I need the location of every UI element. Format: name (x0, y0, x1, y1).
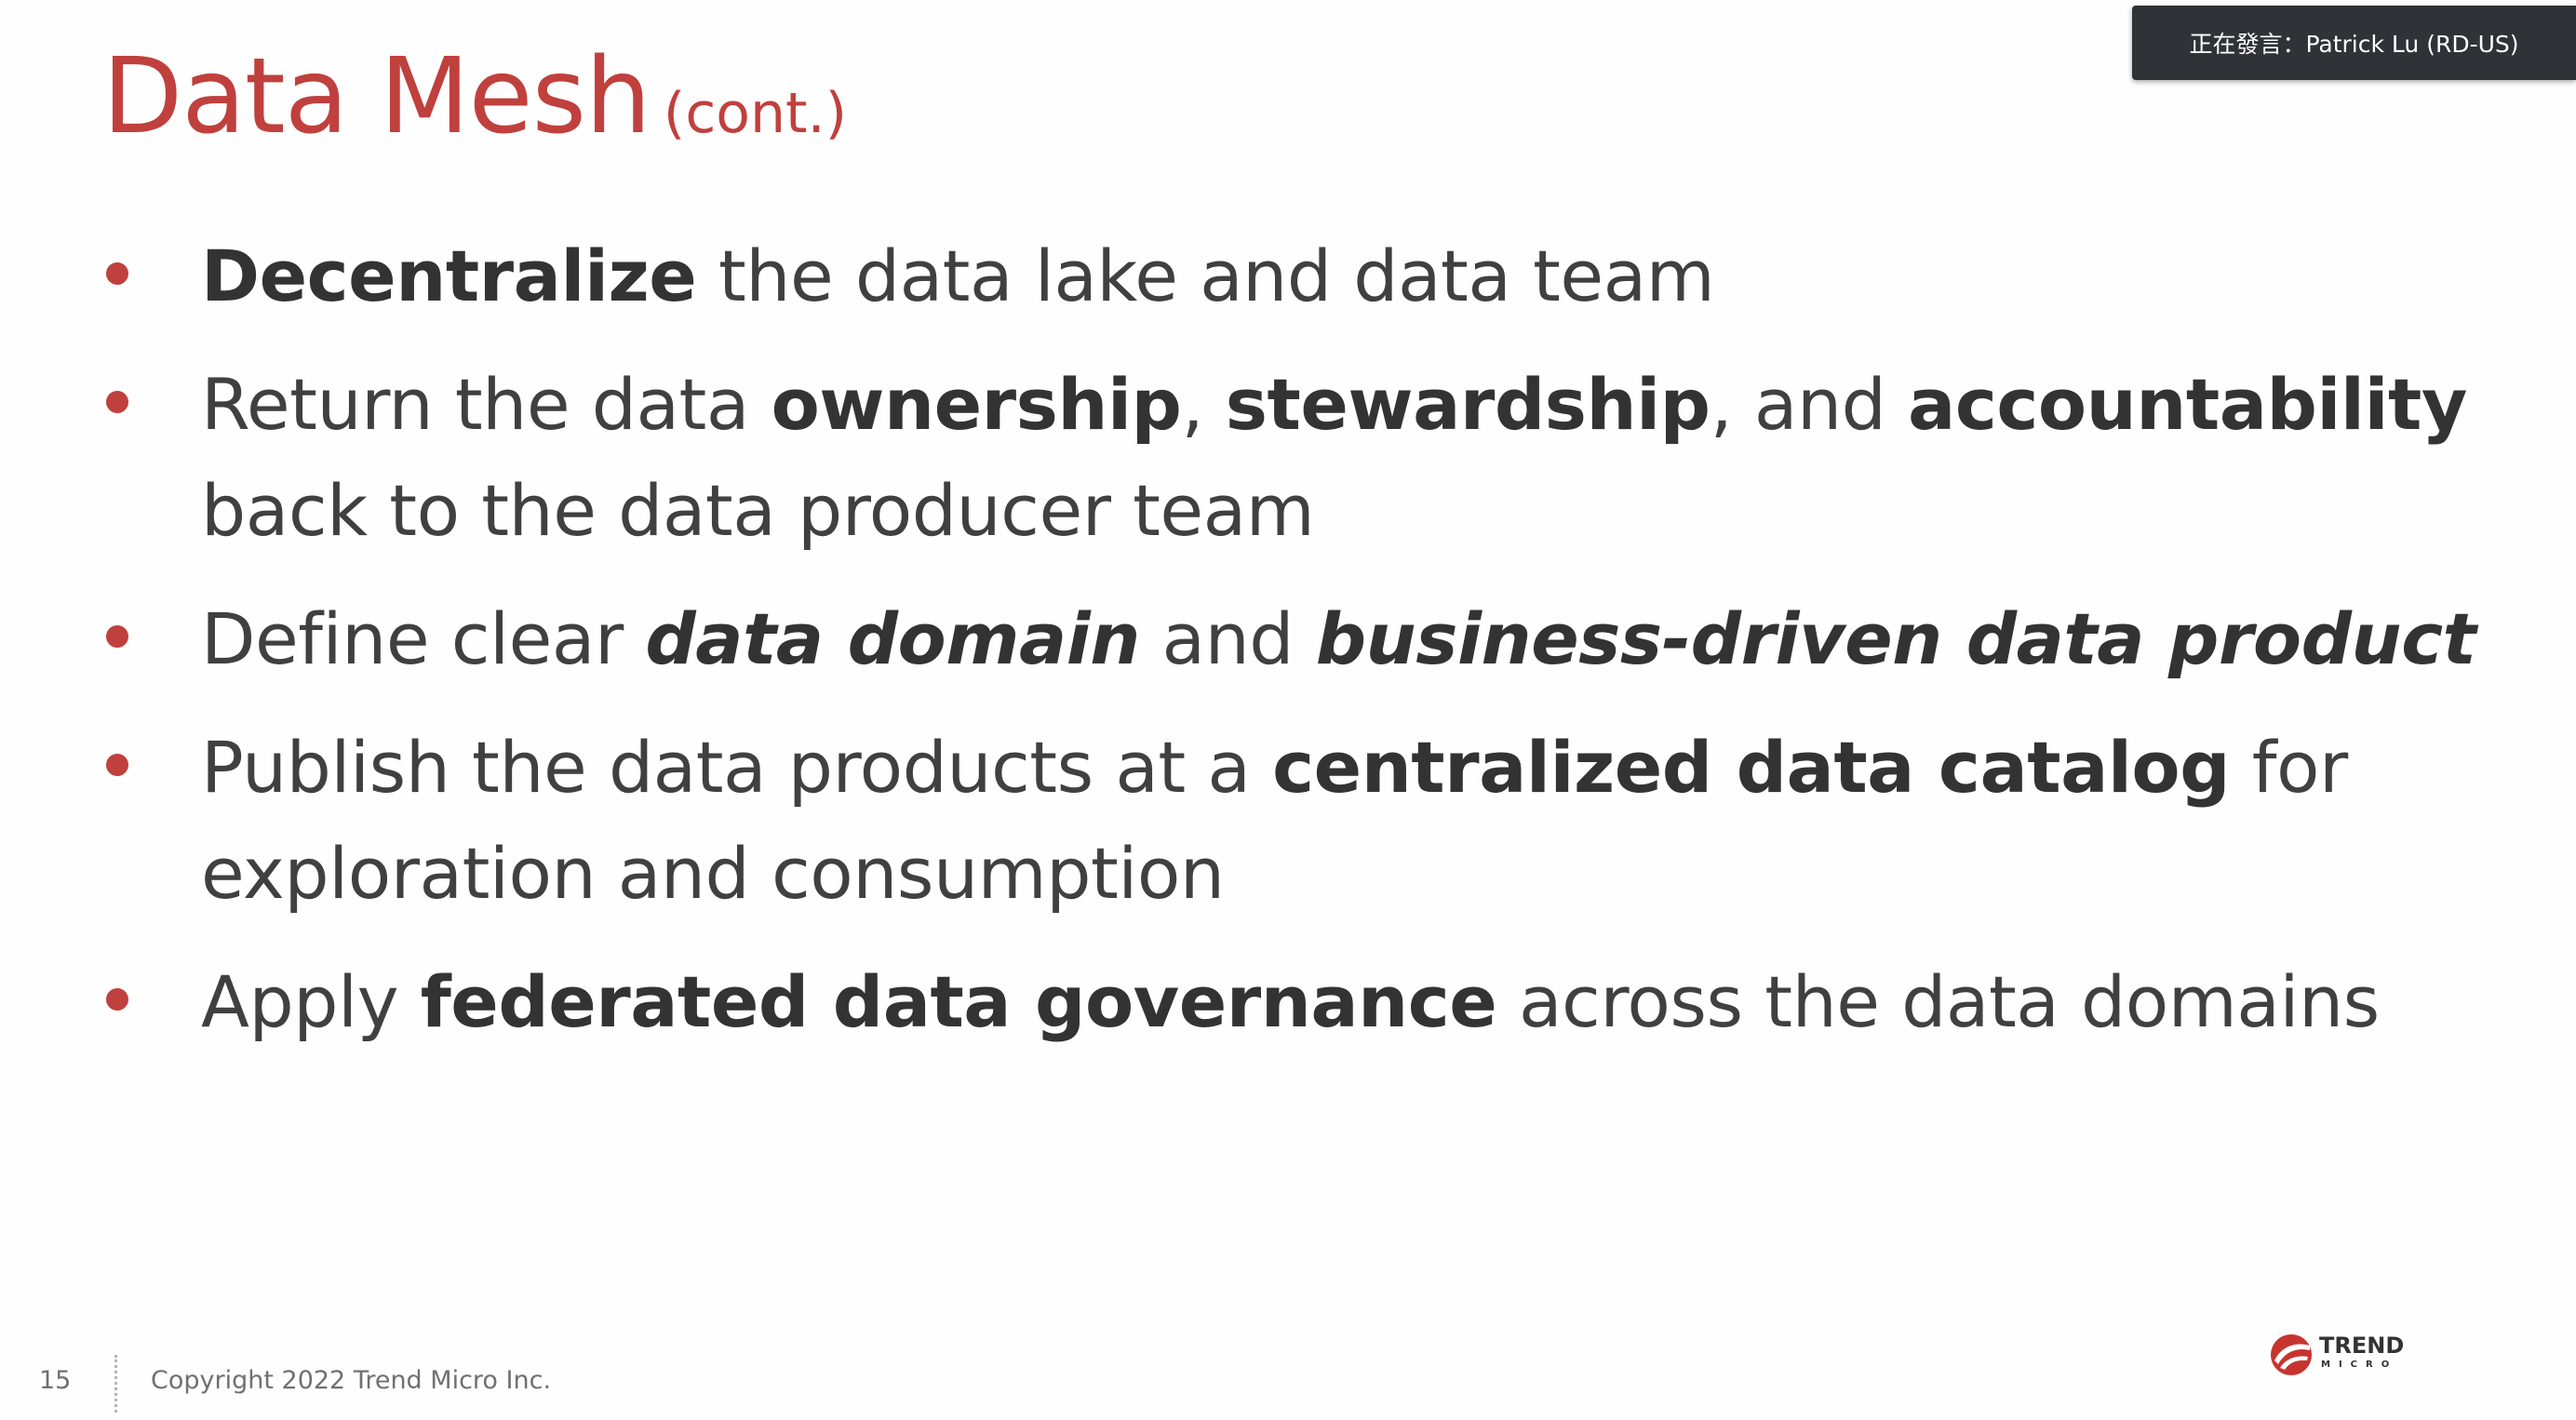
bullet-emphasis: centralized data catalog (1272, 726, 2231, 809)
bullet-emphasis: data domain (645, 597, 1140, 680)
bullet-emphasis: accountability (1908, 363, 2467, 446)
bullet-text: Define clear data domain and business-dr… (201, 586, 2490, 692)
bullet-emphasis: federated data governance (420, 960, 1497, 1043)
logo-subwordmark: MICRO (2321, 1360, 2398, 1370)
logo-wordmark: TREND (2319, 1333, 2405, 1359)
slide-title: Data Mesh (cont.) (102, 45, 847, 149)
bullet-run: Publish the data products at a (201, 726, 1273, 809)
bullet-run: the data lake and data team (696, 234, 1715, 317)
bullet-text: Return the data ownership, stewardship, … (201, 352, 2490, 564)
bullet-emphasis: business-driven data product (1315, 597, 2476, 680)
footer-divider (114, 1355, 117, 1413)
bullet-run: and (1139, 597, 1316, 680)
page-number: 15 (39, 1366, 72, 1395)
bullet-dot-icon (106, 988, 128, 1011)
copyright-text: Copyright 2022 Trend Micro Inc. (151, 1366, 552, 1395)
bullet-dot-icon (106, 625, 128, 648)
bullet-run: Return the data (201, 363, 771, 446)
bullet-emphasis: ownership (771, 363, 1182, 446)
slide-title-main: Data Mesh (102, 36, 651, 157)
bullet-text: Apply federated data governance across t… (201, 949, 2490, 1055)
bullet-dot-icon (106, 391, 128, 413)
bullet-run: , and (1710, 363, 1909, 446)
active-speaker-label: 正在發言：Patrick Lu (RD-US) (2189, 31, 2519, 58)
bullet-emphasis: Decentralize (201, 234, 697, 317)
bullet-run: , (1181, 363, 1226, 446)
bullet-text: Decentralize the data lake and data team (201, 223, 2490, 329)
trend-micro-logo: TREND MICRO (2269, 1329, 2408, 1381)
bullet-emphasis: stewardship (1225, 363, 1711, 446)
bullet-run: Apply (201, 960, 421, 1043)
bullet-text: Publish the data products at a centraliz… (201, 715, 2490, 927)
presentation-slide: Data Mesh (cont.) Decentralize the data l… (0, 0, 2576, 1420)
bullet-dot-icon (106, 754, 128, 776)
trend-micro-logo-icon (2271, 1334, 2312, 1375)
bullet-dot-icon (106, 262, 128, 285)
slide-title-sub: (cont.) (663, 81, 848, 146)
bullet-run: Define clear (201, 597, 646, 680)
bullet-run: back to the data producer team (201, 469, 1315, 552)
bullet-run: across the data domains (1496, 960, 2380, 1043)
active-speaker-banner: 正在發言：Patrick Lu (RD-US) (2132, 6, 2576, 80)
